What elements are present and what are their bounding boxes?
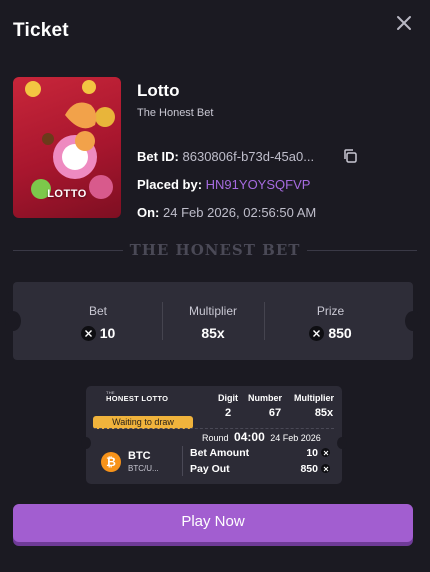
bet-value: 10: [99, 325, 116, 341]
placed-by-row: Placed by: HN91YOYSQFVP: [137, 177, 310, 192]
multiplier-label: Multiplier: [294, 393, 334, 403]
game-info: LOTTO Lotto The Honest Bet Bet ID: 86308…: [13, 77, 417, 220]
page-title: Ticket: [13, 20, 69, 41]
number-value: 67: [268, 407, 282, 419]
number-label: Number: [247, 393, 282, 403]
placed-by-link[interactable]: HN91YOYSQFVP: [206, 177, 311, 192]
round-time: 04:00: [234, 430, 265, 444]
ticket-notch-left: [5, 311, 21, 331]
multiplier-label: Multiplier: [188, 304, 237, 318]
bet-id-label: Bet ID:: [137, 149, 179, 164]
close-icon[interactable]: [395, 14, 413, 32]
ticket-notch-right: [337, 437, 347, 449]
bet-id-row: Bet ID: 8630806f-b73d-45a0...: [137, 149, 314, 164]
bet-column: Bet 10: [53, 304, 143, 344]
divider-line-right: [307, 250, 417, 251]
dashed-divider: [94, 428, 334, 429]
prize-column: Prize 850: [283, 304, 378, 344]
digit-label: Digit: [218, 393, 238, 403]
game-thumbnail: LOTTO: [13, 77, 121, 218]
payout-label: Pay Out: [190, 463, 230, 475]
ticket-notch-left: [81, 437, 91, 449]
currency-icon: [309, 325, 325, 341]
copy-icon[interactable]: [342, 148, 358, 164]
payout-value: 850: [300, 463, 318, 475]
bet-id-value: 8630806f-b73d-45a0...: [182, 149, 315, 164]
prize-value-row: 850: [283, 325, 378, 341]
currency-icon: [321, 448, 330, 457]
payout-row: Pay Out 850: [190, 463, 330, 475]
game-name: Lotto: [137, 81, 180, 100]
round-label: Round: [202, 433, 229, 443]
digit-value: 2: [224, 407, 232, 419]
prize-label: Prize: [316, 304, 345, 318]
currency-icon: [321, 464, 330, 473]
on-label: On:: [137, 205, 160, 220]
round-info: Round 04:00 24 Feb 2026: [202, 430, 321, 444]
bet-summary-card: Bet 10 Multiplier 85x Prize 850: [5, 282, 421, 360]
multiplier-value: 85x: [314, 407, 334, 419]
bet-label: Bet: [88, 304, 107, 318]
game-subtitle: The Honest Bet: [137, 107, 214, 119]
brand-divider: THE HONEST BET: [13, 240, 417, 260]
bet-value-row: 10: [53, 325, 143, 341]
on-value: 24 Feb 2026, 02:56:50 AM: [163, 205, 317, 220]
currency-icon: [80, 325, 96, 341]
coin-name: BTC: [128, 450, 151, 462]
placed-by-label: Placed by:: [137, 177, 203, 192]
ticket-header: Ticket: [13, 16, 417, 43]
lotto-ticket-preview: THE HONEST LOTTO Digit Number Multiplier…: [81, 386, 347, 484]
thumbnail-label: LOTTO: [47, 188, 87, 200]
play-now-button[interactable]: Play Now: [13, 504, 413, 542]
placed-on-row: On: 24 Feb 2026, 02:56:50 AM: [137, 205, 316, 220]
bet-amount-row: Bet Amount 10: [190, 447, 330, 459]
prize-value: 850: [328, 325, 352, 341]
bet-amount-label: Bet Amount: [190, 447, 250, 459]
bet-amount-value: 10: [306, 447, 318, 459]
column-divider: [264, 302, 265, 340]
ticket-notch-right: [405, 311, 421, 331]
round-date: 24 Feb 2026: [270, 433, 321, 443]
honest-lotto-logo: THE HONEST LOTTO: [106, 390, 169, 403]
multiplier-value: 85x: [201, 325, 225, 341]
column-divider: [182, 446, 183, 476]
coin-pair: BTC/U...: [128, 464, 159, 473]
multiplier-column: Multiplier 85x: [168, 304, 258, 344]
btc-icon: ₿: [101, 452, 121, 472]
column-divider: [162, 302, 163, 340]
